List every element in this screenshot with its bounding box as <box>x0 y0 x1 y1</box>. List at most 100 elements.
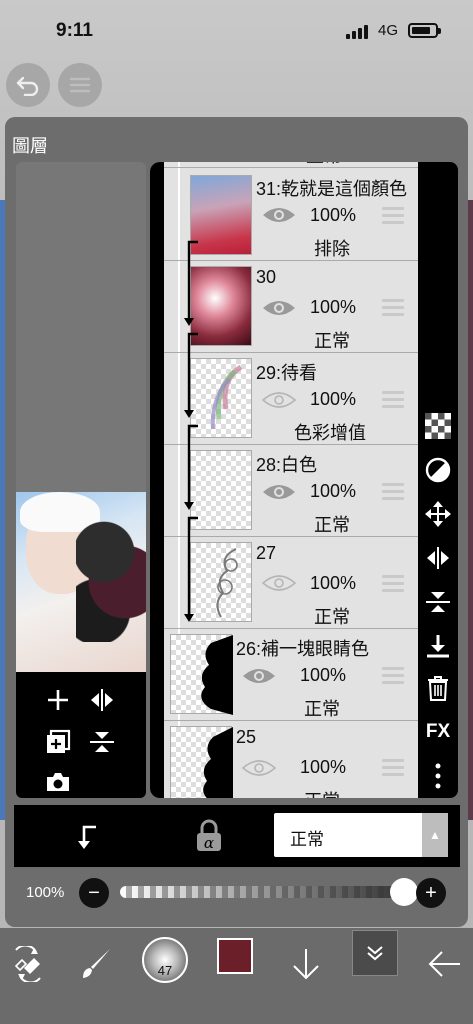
layer-opacity: 100% <box>310 389 357 409</box>
clipping-button[interactable] <box>72 821 102 851</box>
camera-icon <box>47 773 69 791</box>
blend-mode-select[interactable]: 正常 ▲ <box>274 813 448 857</box>
menu-icon <box>69 77 91 93</box>
layer-name: 28:白色 <box>256 455 318 475</box>
status-bar: 9:11 4G <box>0 0 473 60</box>
layer-row[interactable]: 30 100% 正常 <box>164 261 418 352</box>
drag-handle-icon[interactable] <box>382 483 404 504</box>
arrow-left-icon <box>428 951 460 977</box>
layers-button[interactable] <box>352 930 398 976</box>
camera-button[interactable] <box>42 766 74 798</box>
layer-name: 31:乾就是這個顏色 <box>256 179 408 199</box>
more-options-button[interactable] <box>422 760 454 792</box>
move-arrows-icon <box>425 501 451 527</box>
flip-vertical-button[interactable] <box>86 726 118 758</box>
visibility-eye-icon[interactable] <box>262 482 296 502</box>
thumbnail-art <box>203 727 233 798</box>
layer-row[interactable]: 31:乾就是這個顏色 100% 排除 <box>164 169 418 260</box>
hidden-eye-icon[interactable] <box>242 758 276 778</box>
panel-title: 圖層 <box>12 136 48 156</box>
brush-tool-button[interactable] <box>72 940 120 988</box>
battery-icon <box>408 23 441 38</box>
back-button[interactable] <box>420 940 468 988</box>
layer-opacity: 100% <box>300 665 347 685</box>
network-type: 4G <box>378 22 399 39</box>
layer-blend-mode: 正常 <box>314 515 350 535</box>
drag-handle-icon[interactable] <box>382 575 404 596</box>
trash-icon <box>428 676 448 701</box>
svg-text:α: α <box>204 834 214 852</box>
delete-layer-button[interactable] <box>422 672 454 704</box>
alpha-lock-button[interactable]: α <box>194 819 224 853</box>
move-button[interactable] <box>422 498 454 530</box>
layer-thumbnail <box>170 726 233 798</box>
brush-icon <box>83 949 110 978</box>
flip-horizontal-icon <box>91 689 113 711</box>
transparency-button[interactable] <box>422 410 454 442</box>
layer-row[interactable]: 26:補一塊眼睛色 100% 正常 <box>164 629 418 720</box>
layer-name: 26:補一塊眼睛色 <box>236 639 370 659</box>
blend-mode-value: 正常 <box>290 830 324 849</box>
visibility-eye-icon[interactable] <box>242 666 276 686</box>
thumbnail-art <box>216 548 238 618</box>
fx-button[interactable]: FX <box>422 716 454 748</box>
opacity-slider-row: 100% − + <box>14 870 460 916</box>
opacity-decrease-button[interactable]: − <box>79 878 109 908</box>
layer-row[interactable]: 29:待看 100% 色彩增值 <box>164 353 418 444</box>
bottom-toolbar: 47 <box>0 928 473 1024</box>
layer-row[interactable]: 27 100% 正常 <box>164 537 418 628</box>
thumbnail-art <box>210 364 243 430</box>
layer-thumbnail <box>170 634 233 715</box>
duplicate-layer-button[interactable] <box>42 726 74 758</box>
layer-opacity: 100% <box>310 297 357 317</box>
more-vertical-icon <box>435 763 441 789</box>
clip-arrow-icon <box>184 332 198 418</box>
layer-blend-mode: 色彩增值 <box>294 423 366 443</box>
undo-icon <box>16 76 39 96</box>
opacity-slider-knob[interactable] <box>390 878 418 906</box>
blend-mode-bar: α 正常 ▲ <box>14 805 460 867</box>
layer-opacity: 100% <box>310 481 357 501</box>
layer-opacity: 100% <box>300 757 347 777</box>
thumbnail-art <box>201 635 233 715</box>
layer-blend-mode: 正常 <box>304 787 340 798</box>
visibility-eye-icon[interactable] <box>262 298 296 318</box>
layer-row[interactable]: 28:白色 100% 正常 <box>164 445 418 536</box>
flip-vertical-icon <box>426 592 450 612</box>
layer-blend-mode: 排除 <box>314 239 350 259</box>
hidden-eye-icon[interactable] <box>262 573 296 593</box>
flip-horizontal-button[interactable] <box>86 684 118 716</box>
brush-size-button[interactable]: 47 <box>142 937 188 983</box>
invert-button[interactable] <box>422 454 454 486</box>
menu-button[interactable] <box>58 63 102 107</box>
drag-handle-icon[interactable] <box>382 667 404 688</box>
merge-down-button[interactable] <box>422 630 454 662</box>
flip-horizontal-icon <box>427 547 449 569</box>
preview-image <box>16 492 146 672</box>
clip-arrow-icon <box>184 240 198 326</box>
flip-layer-vertical-button[interactable] <box>422 586 454 618</box>
opacity-slider-track[interactable] <box>120 886 404 898</box>
flip-layer-horizontal-button[interactable] <box>422 542 454 574</box>
drag-handle-icon[interactable] <box>382 207 404 228</box>
layer-row[interactable]: 25 100% 正常 <box>164 721 418 798</box>
hidden-eye-icon[interactable] <box>262 390 296 410</box>
move-layer-down-button[interactable] <box>282 940 330 988</box>
drag-handle-icon[interactable] <box>382 299 404 320</box>
plus-icon: + <box>425 882 437 904</box>
drag-handle-icon[interactable] <box>382 391 404 412</box>
opacity-increase-button[interactable]: + <box>416 878 446 908</box>
drag-handle-icon[interactable] <box>382 759 404 780</box>
plus-icon <box>48 690 68 710</box>
clip-arrow-icon <box>184 516 198 622</box>
add-layer-button[interactable] <box>42 684 74 716</box>
color-swatch[interactable] <box>217 938 253 974</box>
undo-button[interactable] <box>6 63 50 107</box>
layer-list[interactable]: 正常 31:乾就是這個顏色 100% 排除 30 100% 正常 <box>150 162 418 798</box>
minus-icon: − <box>88 882 100 904</box>
tool-switch-button[interactable] <box>4 940 52 988</box>
layer-name: 30 <box>256 267 277 287</box>
signal-icon <box>346 25 368 39</box>
canvas-preview[interactable] <box>16 162 146 798</box>
visibility-eye-icon[interactable] <box>262 205 296 225</box>
